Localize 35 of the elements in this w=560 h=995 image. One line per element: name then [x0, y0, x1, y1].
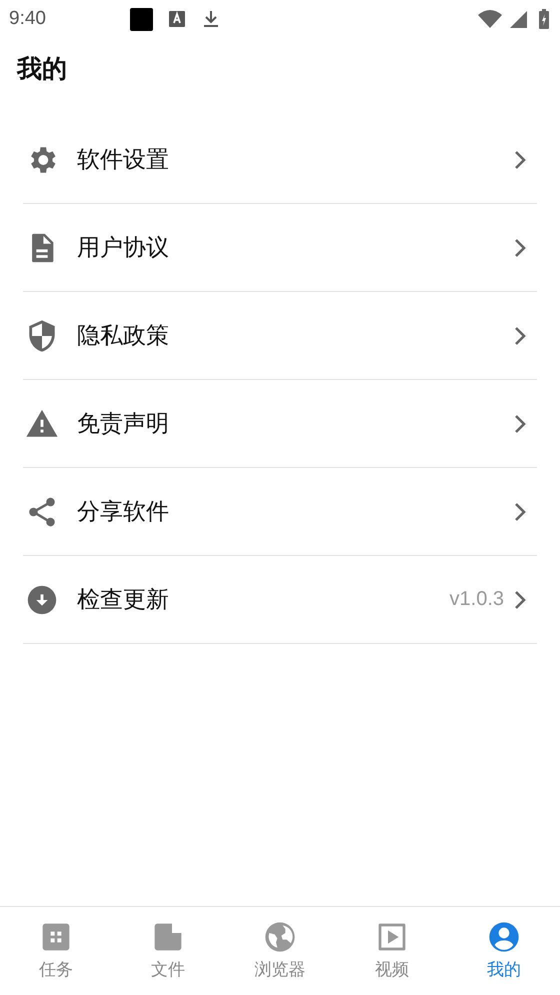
chevron-right-icon [514, 502, 526, 522]
grid-icon [40, 921, 72, 953]
menu-label: 隐私政策 [77, 322, 169, 351]
play-icon [376, 921, 408, 953]
chevron-right-icon [514, 238, 526, 258]
menu-item[interactable]: 检查更新 v1.0.3 [23, 556, 537, 644]
text-notification-icon [166, 9, 187, 29]
menu-item[interactable]: 用户协议 [23, 204, 537, 292]
status-time: 9:40 [9, 8, 46, 30]
file-icon [152, 921, 184, 953]
battery-icon [538, 8, 550, 30]
nav-tab[interactable]: 浏览器 [224, 907, 336, 995]
menu-label: 免责声明 [77, 410, 169, 439]
globe-icon [264, 921, 296, 953]
menu-item[interactable]: 软件设置 [23, 116, 537, 204]
menu-label: 软件设置 [77, 146, 169, 175]
page-title: 我的 [16, 53, 68, 85]
chevron-right-icon [514, 590, 526, 610]
nav-tab[interactable]: 视频 [336, 907, 448, 995]
menu-item[interactable]: 免责声明 [23, 380, 537, 468]
menu-item[interactable]: 隐私政策 [23, 292, 537, 380]
chevron-right-icon [514, 414, 526, 434]
menu-item[interactable]: 分享软件 [23, 468, 537, 556]
menu-label: 用户协议 [77, 234, 169, 263]
menu-label: 分享软件 [77, 498, 169, 527]
nav-tab[interactable]: 任务 [0, 907, 112, 995]
chevron-right-icon [514, 150, 526, 170]
version-text: v1.0.3 [450, 588, 504, 611]
wifi-icon [478, 9, 502, 29]
person-icon [488, 921, 520, 953]
nav-tab[interactable]: 我的 [448, 907, 560, 995]
chevron-right-icon [514, 326, 526, 346]
menu-label: 检查更新 [77, 586, 169, 615]
app-notification-icon [130, 8, 153, 30]
nav-tab[interactable]: 文件 [112, 907, 224, 995]
